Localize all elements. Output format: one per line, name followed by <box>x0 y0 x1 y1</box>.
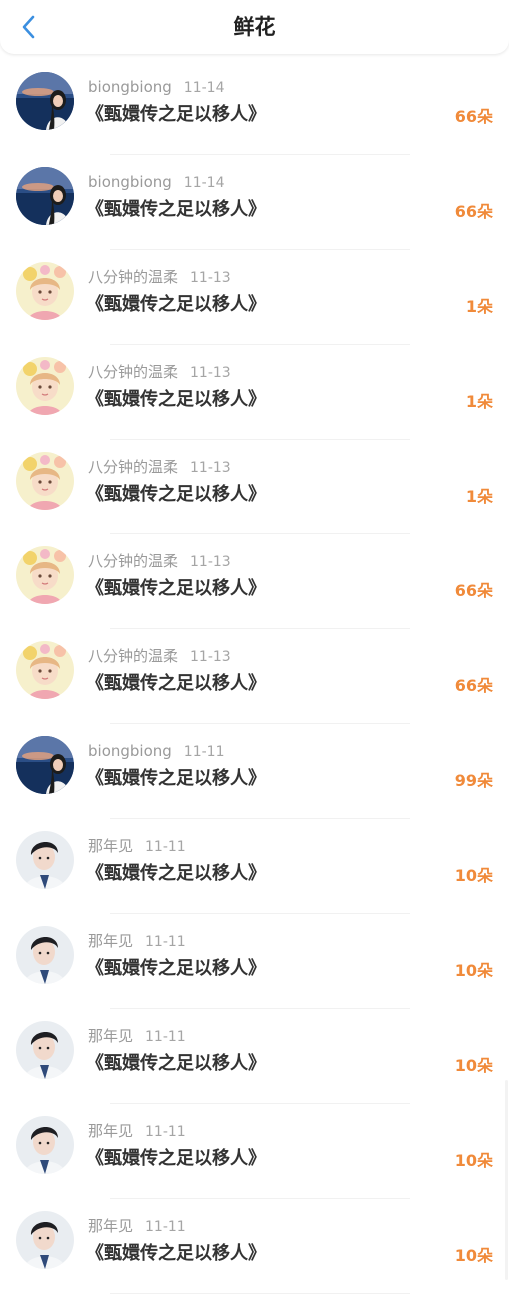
date: 11-11 <box>145 1218 186 1235</box>
username: 那年见 <box>88 1026 134 1045</box>
list-item[interactable]: 八分钟的温柔 11-13 《甄嬛传之足以移人》 1朵 <box>0 345 509 440</box>
work-title: 《甄嬛传之足以移人》 <box>86 863 266 885</box>
list-item[interactable]: 那年见 11-11 《甄嬛传之足以移人》 10朵 <box>0 1104 509 1199</box>
list-item[interactable]: biongbiong 11-11 《甄嬛传之足以移人》 99朵 <box>0 724 509 820</box>
flower-count: 10朵 <box>454 1150 493 1170</box>
avatar[interactable] <box>16 926 74 985</box>
flower-count: 66朵 <box>454 581 493 601</box>
username: 八分钟的温柔 <box>88 362 179 381</box>
avatar[interactable] <box>16 546 74 605</box>
avatar[interactable] <box>16 736 74 795</box>
work-title: 《甄嬛传之足以移人》 <box>86 578 266 600</box>
date: 11-14 <box>183 174 225 191</box>
flower-count: 10朵 <box>454 1055 493 1075</box>
avatar[interactable] <box>16 166 74 225</box>
list-item[interactable]: 那年见 11-11 《甄嬛传之足以移人》 10朵 <box>0 819 509 915</box>
avatar[interactable] <box>16 261 74 320</box>
list-item[interactable]: 那年见 11-11 《甄嬛传之足以移人》 10朵 <box>0 914 509 1009</box>
username: 那年见 <box>88 837 134 856</box>
date: 11-13 <box>190 364 231 381</box>
avatar[interactable] <box>16 451 74 510</box>
flower-count: 1朵 <box>465 486 493 506</box>
avatar[interactable] <box>16 641 74 700</box>
flower-count: 66朵 <box>454 201 493 221</box>
username: 八分钟的温柔 <box>88 457 179 476</box>
flower-count: 1朵 <box>465 296 493 316</box>
item-meta: biongbiong 11-14 <box>88 171 224 193</box>
item-meta: 八分钟的温柔 11-13 <box>88 550 231 572</box>
username: 那年见 <box>88 1216 134 1235</box>
date: 11-13 <box>190 269 231 286</box>
flower-count: 66朵 <box>454 107 493 126</box>
work-title: 《甄嬛传之足以移人》 <box>86 768 266 790</box>
date: 11-11 <box>183 744 225 761</box>
avatar[interactable] <box>16 356 74 415</box>
flower-count: 66朵 <box>454 676 493 696</box>
item-meta: biongbiong 11-11 <box>88 740 224 762</box>
work-title: 《甄嬛传之足以移人》 <box>86 104 266 125</box>
date: 11-11 <box>145 934 186 951</box>
page-title: 鲜花 <box>233 15 276 39</box>
work-title: 《甄嬛传之足以移人》 <box>86 293 266 315</box>
avatar[interactable] <box>16 1020 74 1079</box>
list-item[interactable]: 八分钟的温柔 11-13 《甄嬛传之足以移人》 66朵 <box>0 534 509 630</box>
date: 11-11 <box>145 839 186 856</box>
flower-count: 10朵 <box>454 961 493 981</box>
flower-count: 99朵 <box>454 771 493 791</box>
username: 那年见 <box>88 932 134 951</box>
item-meta: 那年见 11-11 <box>88 835 186 857</box>
date: 11-13 <box>190 554 231 571</box>
list-item[interactable]: 八分钟的温柔 11-13 《甄嬛传之足以移人》 1朵 <box>0 440 509 535</box>
work-title: 《甄嬛传之足以移人》 <box>86 1242 266 1264</box>
list-item[interactable]: 八分钟的温柔 11-13 《甄嬛传之足以移人》 1朵 <box>0 250 509 345</box>
username: biongbiong <box>88 172 172 191</box>
date: 11-14 <box>183 80 225 96</box>
date: 11-11 <box>145 1028 186 1045</box>
avatar[interactable] <box>16 831 74 890</box>
list-item[interactable]: 那年见 11-11 《甄嬛传之足以移人》 10朵 <box>0 1199 509 1294</box>
work-title: 《甄嬛传之足以移人》 <box>86 388 266 410</box>
top-bar: 鲜花 <box>0 0 509 54</box>
divider <box>110 1292 410 1294</box>
avatar[interactable] <box>16 72 74 130</box>
avatar[interactable] <box>16 1210 74 1269</box>
flower-count: 10朵 <box>454 1245 493 1265</box>
username: biongbiong <box>88 742 172 761</box>
work-title: 《甄嬛传之足以移人》 <box>86 1147 266 1169</box>
date: 11-11 <box>145 1123 186 1140</box>
list-item[interactable]: biongbiong 11-14 《甄嬛传之足以移人》 66朵 <box>0 60 509 155</box>
item-meta: 那年见 11-11 <box>88 930 186 952</box>
work-title: 《甄嬛传之足以移人》 <box>86 673 266 695</box>
work-title: 《甄嬛传之足以移人》 <box>86 483 266 505</box>
date: 11-13 <box>190 649 231 666</box>
work-title: 《甄嬛传之足以移人》 <box>86 958 266 980</box>
flower-count: 1朵 <box>465 391 493 411</box>
list-item[interactable]: biongbiong 11-14 《甄嬛传之足以移人》 66朵 <box>0 155 509 250</box>
item-meta: 八分钟的温柔 11-13 <box>88 361 231 383</box>
flower-count: 10朵 <box>454 866 493 886</box>
item-meta: 那年见 11-11 <box>88 1025 186 1047</box>
item-meta: 八分钟的温柔 11-13 <box>88 266 231 288</box>
flower-gift-list: biongbiong 11-14 《甄嬛传之足以移人》 66朵 biongbiong 11… <box>0 60 509 1294</box>
work-title: 《甄嬛传之足以移人》 <box>86 198 266 220</box>
username: 那年见 <box>88 1121 134 1140</box>
item-meta: 那年见 11-11 <box>88 1120 186 1142</box>
username: 八分钟的温柔 <box>88 267 179 286</box>
avatar[interactable] <box>16 1115 74 1174</box>
username: 八分钟的温柔 <box>88 552 179 571</box>
list-item[interactable]: 那年见 11-11 《甄嬛传之足以移人》 10朵 <box>0 1009 509 1104</box>
work-title: 《甄嬛传之足以移人》 <box>86 1052 266 1074</box>
scrollbar[interactable] <box>505 1080 508 1280</box>
item-meta: 八分钟的温柔 11-13 <box>88 645 231 667</box>
date: 11-13 <box>190 459 231 476</box>
username: biongbiong <box>88 78 172 96</box>
item-meta: biongbiong 11-14 <box>88 76 224 98</box>
item-meta: 八分钟的温柔 11-13 <box>88 456 231 478</box>
item-meta: 那年见 11-11 <box>88 1215 186 1237</box>
list-item[interactable]: 八分钟的温柔 11-13 《甄嬛传之足以移人》 66朵 <box>0 629 509 725</box>
username: 八分钟的温柔 <box>88 647 179 666</box>
